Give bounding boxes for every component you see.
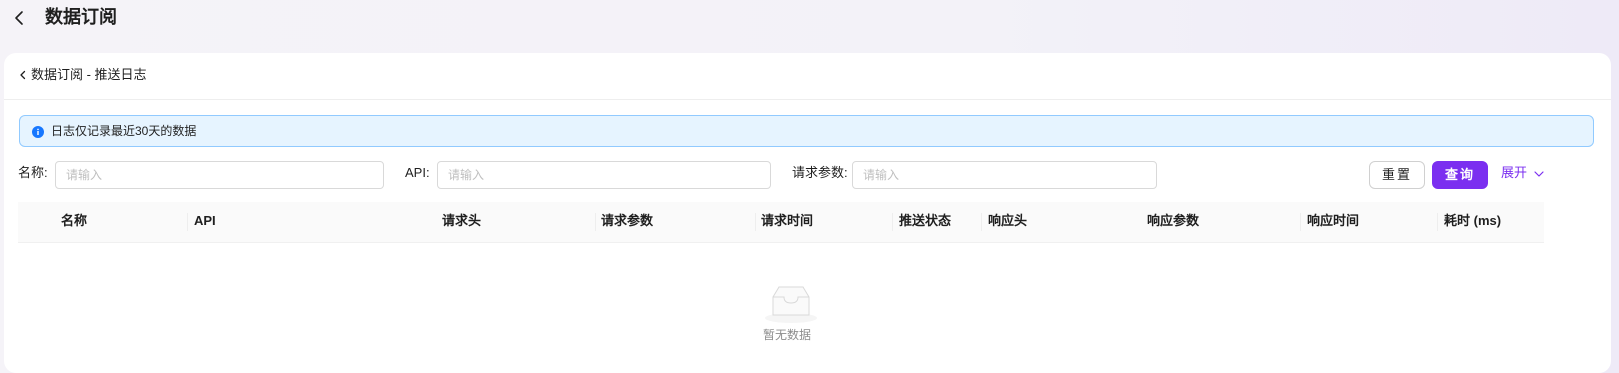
column-divider [1437,213,1438,231]
info-alert: 日志仅记录最近30天的数据 [19,115,1594,147]
empty-inbox-icon [765,286,817,323]
column-header-push-status: 推送状态 [899,213,952,228]
alert-message: 日志仅记录最近30天的数据 [51,124,197,138]
column-divider [755,213,756,231]
chevron-left-icon[interactable] [17,69,29,81]
chevron-down-icon[interactable] [1534,169,1544,179]
empty-state-text: 暂无数据 [762,328,811,342]
column-divider [981,213,982,231]
column-header-duration: 耗时 (ms) [1444,213,1502,228]
content-card: 数据订阅 - 推送日志 日志仅记录最近30天的数据 名称: API: 请求参数:… [4,53,1611,373]
name-filter-input[interactable] [55,161,384,189]
column-divider [892,213,893,231]
back-arrow-icon[interactable] [10,8,30,28]
name-filter-label: 名称: [18,165,48,180]
expand-toggle[interactable]: 展开 [1501,164,1527,182]
info-icon [32,126,44,138]
column-header-name: 名称 [61,213,88,228]
column-header-api: API [194,213,216,228]
push-log-table: 名称 API 请求头 请求参数 请求时间 推送状态 响应头 响应参数 响应时间 … [18,202,1544,342]
page-title: 数据订阅 [45,7,117,27]
query-button[interactable]: 查询 [1432,161,1488,189]
column-header-request-params: 请求参数 [601,213,654,228]
table-header: 名称 API 请求头 请求参数 请求时间 推送状态 响应头 响应参数 响应时间 … [18,202,1544,243]
top-bar: 数据订阅 [0,0,1619,36]
breadcrumb: 数据订阅 - 推送日志 [4,53,1611,100]
column-header-response-time: 响应时间 [1307,213,1360,228]
column-header-request-headers: 请求头 [442,213,482,228]
api-filter-input[interactable] [437,161,771,189]
column-header-response-headers: 响应头 [988,213,1028,228]
empty-state: 暂无数据 [18,243,1544,373]
request-params-filter-label: 请求参数: [792,165,848,180]
column-header-request-time: 请求时间 [761,213,814,228]
api-filter-label: API: [405,165,430,180]
column-divider [1300,213,1301,231]
reset-button[interactable]: 重置 [1369,161,1425,189]
breadcrumb-label[interactable]: 数据订阅 - 推送日志 [31,66,147,84]
column-divider [187,213,188,231]
request-params-filter-input[interactable] [852,161,1157,189]
column-divider [595,213,596,231]
column-header-response-params: 响应参数 [1147,213,1200,228]
